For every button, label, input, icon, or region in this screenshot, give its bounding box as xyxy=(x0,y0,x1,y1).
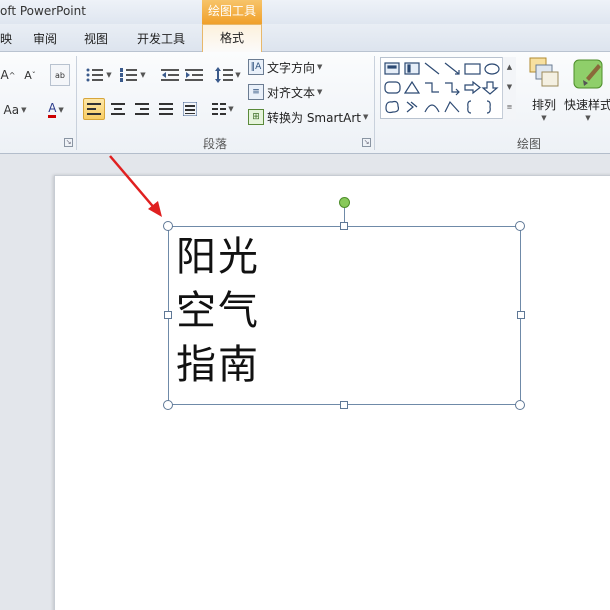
align-text-button[interactable]: ≡ 对齐文本 ▼ xyxy=(248,82,322,102)
dropdown-caret-icon: ▼ xyxy=(106,71,112,79)
resize-handle-bottom-left[interactable] xyxy=(163,400,173,410)
numbered-list-icon xyxy=(120,68,138,82)
app-title: oft PowerPoint xyxy=(0,4,86,18)
text-direction-button[interactable]: ‖A 文字方向 ▼ xyxy=(248,57,322,77)
textbox-line: 指南 xyxy=(176,342,260,388)
convert-smartart-button[interactable]: ⊞ 转换为 SmartArt ▼ xyxy=(248,107,368,127)
quick-styles-icon xyxy=(573,59,603,89)
arrange-button[interactable]: 排列 ▼ xyxy=(522,56,566,126)
align-left-button[interactable] xyxy=(83,98,105,120)
ribbon: A ^ Aˇ ab Aa ▼ A ▼ ↘ ▼ ▼ ▼ ▼ ‖A 文字方向 ▼ ≡… xyxy=(0,52,610,154)
dropdown-caret-icon: ▼ xyxy=(235,71,241,79)
tab-format[interactable]: 格式 xyxy=(202,24,262,53)
resize-handle-left[interactable] xyxy=(164,311,172,319)
change-case-label: Aa xyxy=(3,103,20,117)
group-separator xyxy=(76,56,77,150)
grow-font-label: A xyxy=(0,68,9,82)
resize-handle-top-right[interactable] xyxy=(515,221,525,231)
tab-view[interactable]: 视图 xyxy=(84,30,108,47)
gallery-down-icon[interactable]: ▼ xyxy=(503,77,516,97)
smartart-icon: ⊞ xyxy=(248,109,264,125)
align-center-button[interactable] xyxy=(107,98,129,120)
font-dialog-launcher-icon[interactable]: ↘ xyxy=(64,138,73,147)
textbox-line: 空气 xyxy=(176,288,260,334)
justify-icon xyxy=(159,103,173,115)
clear-formatting-icon: ab xyxy=(55,70,65,80)
resize-handle-top-left[interactable] xyxy=(163,221,173,231)
up-caret-icon: ^ xyxy=(8,70,16,80)
resize-handle-bottom[interactable] xyxy=(340,401,348,409)
align-right-icon xyxy=(135,103,149,115)
red-annotation-arrow-icon xyxy=(109,155,162,217)
textbox-content[interactable]: 阳光 空气 指南 xyxy=(176,230,260,392)
line-spacing-icon xyxy=(215,67,234,83)
distributed-button[interactable] xyxy=(179,98,201,120)
increase-indent-button[interactable] xyxy=(184,64,204,86)
text-direction-label: 文字方向 xyxy=(267,60,316,75)
quick-styles-label: 快速样式 xyxy=(563,98,610,112)
line-spacing-button[interactable]: ▼ xyxy=(214,64,242,86)
group-separator xyxy=(374,56,375,150)
quick-styles-button[interactable]: 快速样式 ▼ xyxy=(564,56,610,126)
change-case-button[interactable]: Aa ▼ xyxy=(0,99,30,121)
clear-formatting-button[interactable]: ab xyxy=(50,64,70,86)
shapes-gallery[interactable] xyxy=(380,57,516,119)
textbox-line: 阳光 xyxy=(176,234,260,280)
dropdown-caret-icon: ▼ xyxy=(317,63,323,71)
dropdown-caret-icon: ▼ xyxy=(541,114,547,122)
tab-developer[interactable]: 开发工具 xyxy=(137,30,185,47)
title-bar: oft PowerPoint 绘图工具 xyxy=(0,0,610,24)
bullets-button[interactable]: ▼ xyxy=(84,64,114,86)
dropdown-caret-icon: ▼ xyxy=(317,88,323,96)
paragraph-group-label: 段落 xyxy=(203,137,228,151)
bullet-list-icon xyxy=(86,68,104,82)
decrease-indent-button[interactable] xyxy=(160,64,180,86)
resize-handle-bottom-right[interactable] xyxy=(515,400,525,410)
align-right-button[interactable] xyxy=(131,98,153,120)
shrink-font-label: A xyxy=(24,68,32,82)
distributed-align-icon xyxy=(183,102,197,116)
justify-button[interactable] xyxy=(155,98,177,120)
dropdown-caret-icon: ▼ xyxy=(362,113,369,121)
align-center-icon xyxy=(111,103,125,115)
dropdown-caret-icon: ▼ xyxy=(140,71,146,79)
grow-font-button[interactable]: A ^ xyxy=(0,64,16,86)
tab-slideshow[interactable]: 映 xyxy=(0,30,12,47)
ribbon-tab-row: 映 审阅 视图 开发工具 格式 xyxy=(0,24,610,53)
tab-review[interactable]: 审阅 xyxy=(33,30,57,47)
shape-thumbnails-icon xyxy=(384,62,500,114)
increase-indent-icon xyxy=(185,69,203,81)
gallery-up-icon[interactable]: ▲ xyxy=(503,57,516,77)
convert-smartart-label: 转换为 SmartArt xyxy=(267,110,361,125)
drawing-tools-context-header: 绘图工具 xyxy=(202,0,262,24)
columns-icon xyxy=(212,103,227,115)
drawing-group-label: 绘图 xyxy=(517,137,542,151)
dropdown-caret-icon: ▼ xyxy=(58,106,64,114)
arrange-icon xyxy=(529,57,559,87)
font-color-button[interactable]: A ▼ xyxy=(40,99,72,121)
align-text-label: 对齐文本 xyxy=(267,85,316,100)
numbering-button[interactable]: ▼ xyxy=(118,64,148,86)
paragraph-dialog-launcher-icon[interactable]: ↘ xyxy=(362,138,371,147)
dropdown-caret-icon: ▼ xyxy=(228,105,234,113)
resize-handle-right[interactable] xyxy=(517,311,525,319)
columns-button[interactable]: ▼ xyxy=(208,98,238,120)
rotation-handle[interactable] xyxy=(339,197,350,208)
decrease-indent-icon xyxy=(161,69,179,81)
align-text-icon: ≡ xyxy=(248,84,264,100)
dropdown-caret-icon: ▼ xyxy=(21,106,27,114)
shrink-font-button[interactable]: Aˇ xyxy=(21,64,39,86)
resize-handle-top[interactable] xyxy=(340,222,348,230)
down-caret-icon: ˇ xyxy=(31,70,36,80)
font-color-label: A xyxy=(48,102,57,118)
text-direction-icon: ‖A xyxy=(248,59,264,75)
dropdown-caret-icon: ▼ xyxy=(585,114,591,122)
align-left-icon xyxy=(87,103,101,115)
